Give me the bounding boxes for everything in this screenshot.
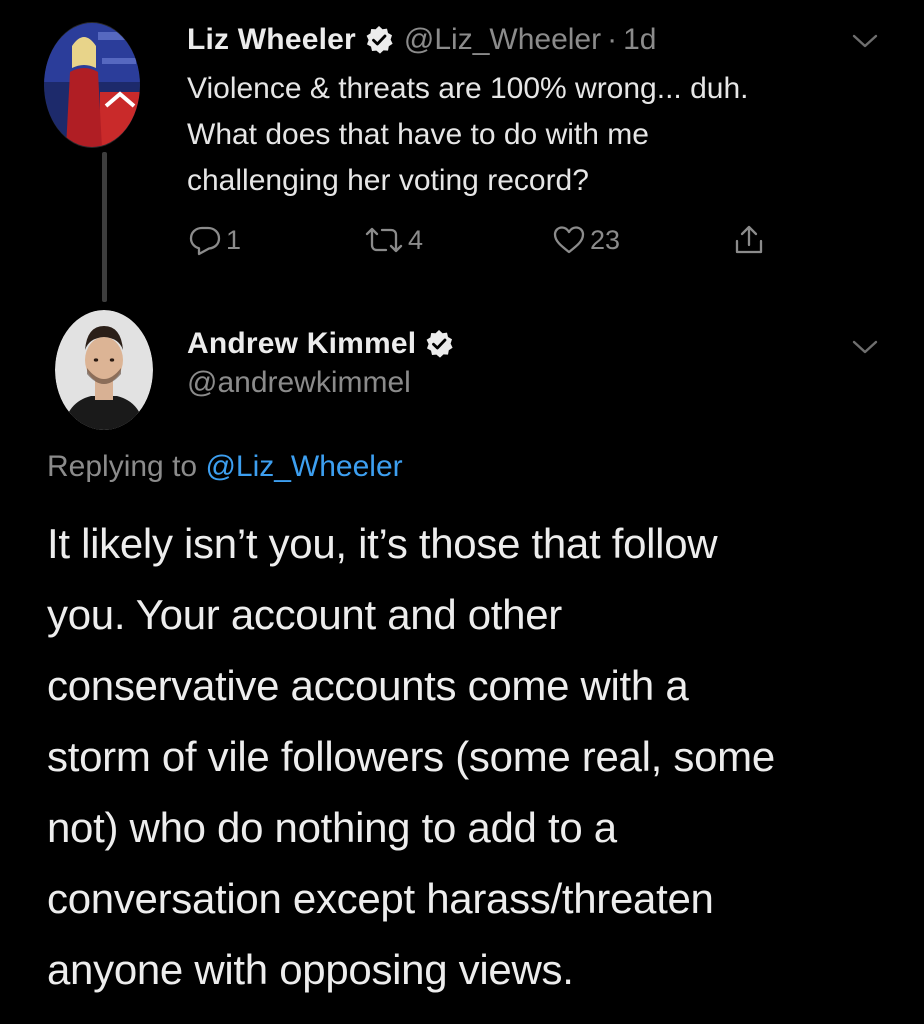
retweet-icon: [365, 227, 403, 253]
verified-badge-icon: [424, 329, 454, 359]
verified-badge-icon: [364, 25, 394, 55]
tweet2-text-line: anyone with opposing views.: [47, 946, 574, 993]
tweet1-text-line: What does that have to do with me: [187, 118, 649, 151]
tweet1-author-handle[interactable]: @Liz_Wheeler: [404, 23, 601, 57]
tweet1-action-bar: 1 4 23: [188, 220, 788, 260]
tweet2-text-line: you. Your account and other: [47, 591, 562, 638]
tweet1-text: Violence & threats are 100% wrong... duh…: [187, 66, 887, 204]
like-count: 23: [590, 224, 621, 255]
tweet1-author-name[interactable]: Liz Wheeler: [187, 23, 356, 57]
chevron-down-icon[interactable]: [852, 33, 878, 49]
tweet2-header: Andrew Kimmel: [187, 322, 454, 366]
andrew-kimmel-avatar[interactable]: [55, 310, 153, 430]
tweet2-author-handle[interactable]: @andrewkimmel: [187, 366, 411, 400]
tweet1-timestamp[interactable]: 1d: [623, 23, 656, 57]
like-button[interactable]: 23: [552, 220, 620, 260]
tweet1-text-line: Violence & threats are 100% wrong... duh…: [187, 72, 749, 105]
chevron-down-icon[interactable]: [852, 339, 878, 355]
tweet2-text-line: conservative accounts come with a: [47, 662, 689, 709]
tweet2-text-line: storm of vile followers (some real, some: [47, 733, 775, 780]
tweet2-text-line: conversation except harass/threaten: [47, 875, 714, 922]
tweet2-author-name[interactable]: Andrew Kimmel: [187, 327, 416, 361]
liz-wheeler-avatar[interactable]: [44, 22, 140, 148]
reply-button[interactable]: 1: [188, 220, 241, 260]
retweet-button[interactable]: 4: [364, 220, 423, 260]
reply-icon: [189, 226, 221, 256]
tweet2-text: It likely isn’t you, it’s those that fol…: [47, 508, 897, 1005]
share-icon: [735, 225, 763, 254]
tweet2-text-line: not) who do nothing to add to a: [47, 804, 617, 851]
tweet1-separator: ·: [607, 23, 618, 56]
tweet2-text-line: It likely isn’t you, it’s those that fol…: [47, 520, 718, 567]
tweet1-header: Liz Wheeler @Liz_Wheeler · 1d: [187, 18, 656, 62]
retweet-count: 4: [408, 224, 424, 255]
replying-to-label: Replying to: [47, 450, 206, 483]
thread-connector-line: [102, 152, 107, 302]
replying-to-line: Replying to @Liz_Wheeler: [47, 450, 403, 484]
reply-count: 1: [226, 224, 242, 255]
tweet1-text-line: challenging her voting record?: [187, 164, 589, 197]
heart-icon: [553, 226, 585, 254]
share-button[interactable]: [732, 220, 766, 260]
replying-to-mention-link[interactable]: @Liz_Wheeler: [205, 450, 402, 483]
